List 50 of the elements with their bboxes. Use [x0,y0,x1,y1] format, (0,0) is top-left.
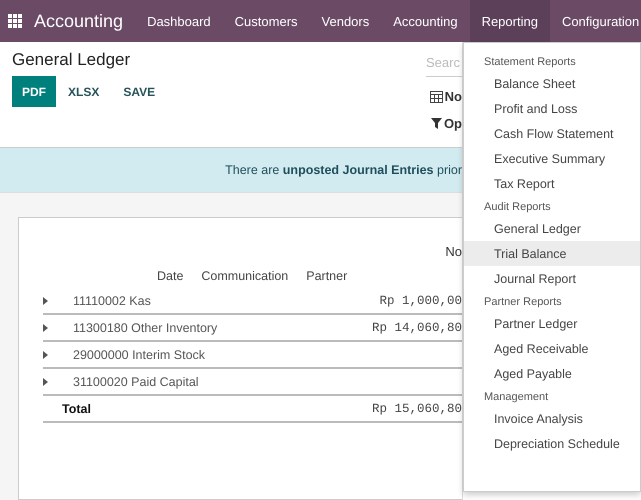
expand-caret-icon[interactable] [43,350,48,358]
date-filter[interactable]: No [430,89,462,104]
expand-caret-icon[interactable] [43,296,48,304]
dropdown-menu-item[interactable]: Executive Summary [464,146,640,171]
account-name[interactable]: 31100020 Paid Capital [73,374,462,388]
dropdown-menu-item[interactable]: Depreciation Schedule [464,431,640,456]
menu-section-header: Management [483,390,550,405]
export-button[interactable]: XLSX [58,76,110,107]
account-name[interactable]: 29000000 Interim Stock [73,348,462,362]
dropdown-menu-item[interactable]: Journal Report [464,266,640,291]
dropdown-menu-item[interactable]: Profit and Loss [464,96,640,121]
nav-menu-item[interactable]: Dashboard [135,0,223,42]
total-label: Total [62,402,92,416]
menu-section-header: Audit Reports [483,200,552,215]
account-name[interactable]: 11300180 Other Inventory [73,320,372,334]
dropdown-menu-item[interactable]: Partner Ledger [464,311,640,336]
expand-caret-icon[interactable] [43,324,48,332]
menu-section-header: Statement Reports [483,55,577,70]
dropdown-menu-item[interactable]: Invoice Analysis [464,406,640,431]
dropdown-menu-item[interactable]: Aged Receivable [464,336,640,361]
primary-button[interactable]: PDF [12,76,56,107]
dropdown-menu-item[interactable]: General Ledger [464,216,640,241]
options-filter[interactable]: Op [430,116,462,131]
column-header: Partner [306,269,348,283]
amount-cell: Rp 14,060,80 [372,320,462,334]
expand-caret-icon[interactable] [43,378,48,386]
export-button[interactable]: SAVE [113,76,166,107]
amount-cell: Rp 1,000,00 [379,294,462,308]
calendar-icon [430,90,443,103]
nav-menu-item[interactable]: Customers [222,0,310,42]
page-title: General Ledger [12,50,132,70]
nav-menu-item[interactable]: Configuration [550,0,641,42]
nav-menu-item[interactable]: Vendors [310,0,382,42]
filter-icon [430,118,442,129]
column-header: Date [157,269,184,283]
menu-section-header: Partner Reports [483,295,563,310]
nav-menu-item[interactable]: Reporting [470,0,550,42]
dropdown-menu-item[interactable]: Trial Balance [464,241,640,266]
apps-menu-icon[interactable] [8,14,22,28]
dropdown-menu-item[interactable]: Tax Report [464,171,640,196]
total-amount: Rp 15,060,80 [372,402,462,416]
dropdown-menu-item[interactable]: Cash Flow Statement [464,121,640,146]
nav-menu-item[interactable]: Accounting [381,0,470,42]
warning-message: There are unposted Journal Entries prior [225,163,462,177]
dropdown-menu-item[interactable]: Aged Payable [464,361,640,386]
dropdown-menu-item[interactable]: Balance Sheet [464,71,640,96]
column-header: Communication [201,269,288,283]
period-header: No [445,244,462,261]
account-name[interactable]: 11110002 Kas [73,294,380,308]
app-title: Accounting [34,10,124,33]
